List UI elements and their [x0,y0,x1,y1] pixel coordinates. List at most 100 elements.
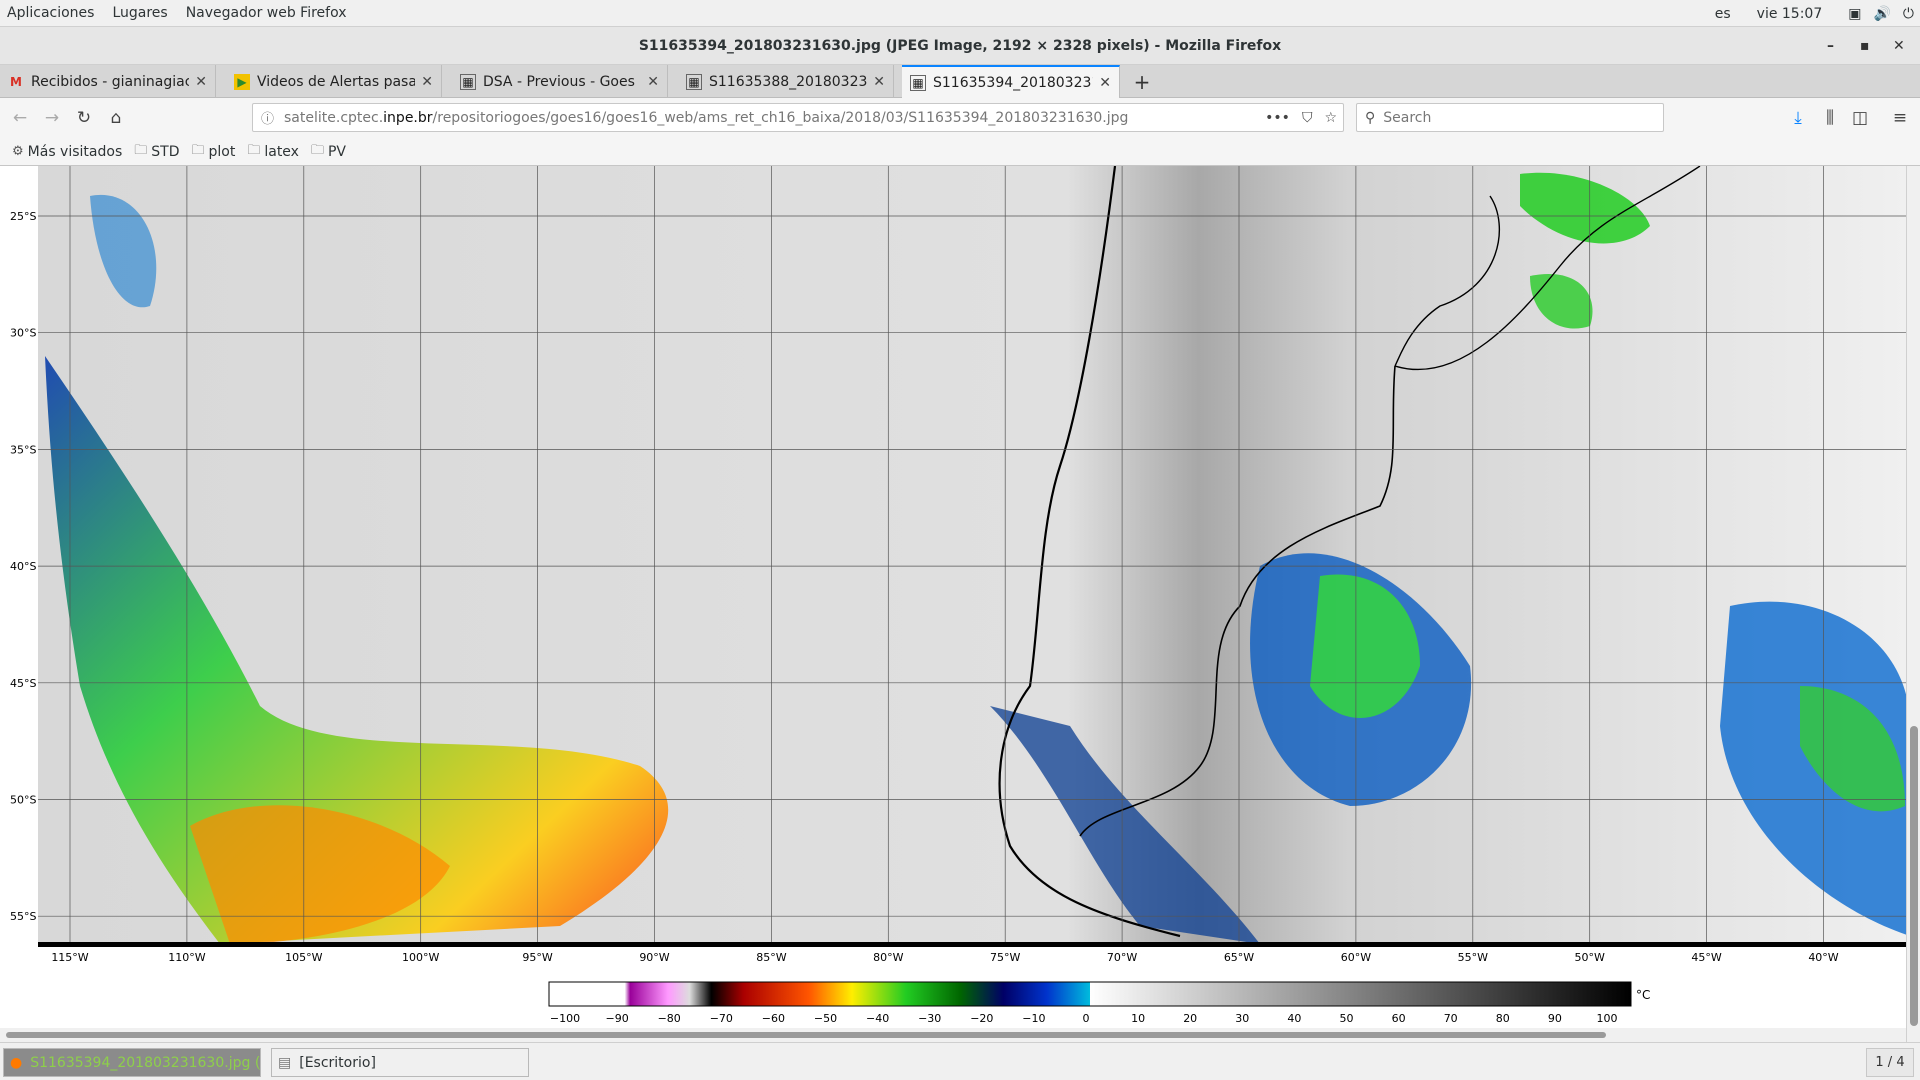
longitude-label: 55°W [1458,951,1488,964]
close-tab-icon[interactable]: ✕ [195,74,207,90]
folder-icon: 🗀 [134,142,148,158]
horizontal-scrollbar-thumb[interactable] [6,1032,1606,1038]
tab-label: S11635388_20180323153 [709,73,868,90]
hamburger-menu-icon[interactable]: ≡ [1888,106,1912,130]
longitude-label: 40°W [1808,951,1838,964]
longitude-label: 65°W [1224,951,1254,964]
horizontal-scrollbar[interactable] [0,1028,1906,1042]
longitude-label: 110°W [168,951,205,964]
forward-icon[interactable]: → [40,106,64,130]
power-icon[interactable]: ⏻ [1903,6,1914,22]
satellite-image[interactable]: 25°S 30°S 35°S 40°S 45°S 50°S 55°S 115°W 110°W 1… [0,166,1920,1042]
library-icon[interactable]: ⫼ [1818,106,1842,130]
url-path: /repositoriogoes/goes16/goes16_web/ams_r… [432,109,1129,126]
colorbar-tick-label: −40 [866,1012,889,1025]
workspace-pager[interactable]: 1 / 4 [1866,1048,1914,1077]
menu-aplicaciones[interactable]: Aplicaciones [0,5,105,21]
bookmark-mas-visitados[interactable]: ⚙ Más visitados [12,144,122,160]
tab-image-active[interactable]: ▦ S11635394_20180323163 ✕ [902,65,1120,98]
image-viewer[interactable]: 25°S 30°S 35°S 40°S 45°S 50°S 55°S 115°W 110°W 1… [0,166,1920,1042]
latitude-label: 50°S [10,794,36,807]
colorbar-tick-label: −20 [970,1012,993,1025]
firefox-icon: ● [10,1054,23,1071]
longitude-label: 90°W [639,951,669,964]
folder-icon: 🗀 [247,142,261,158]
task-firefox[interactable]: ● S11635394_201803231630.jpg (J... [3,1048,261,1077]
bookmark-plot[interactable]: 🗀 plot [191,141,235,163]
bookmark-std[interactable]: 🗀 STD [134,141,179,163]
colorbar-tick-label: 60 [1392,1012,1406,1025]
longitude-label: 105°W [285,951,322,964]
bookmark-star-icon[interactable]: ☆ [1324,110,1337,126]
minimize-icon[interactable]: – [1827,27,1834,65]
downloads-icon[interactable]: ⤓ [1786,106,1810,130]
gear-icon: ⚙ [12,144,24,159]
colorbar-tick-label: −90 [605,1012,628,1025]
close-tab-icon[interactable]: ✕ [421,74,433,90]
bookmark-latex[interactable]: 🗀 latex [247,141,299,163]
vertical-scrollbar[interactable] [1906,166,1920,1042]
bookmarks-toolbar: ⚙ Más visitados 🗀 STD 🗀 plot 🗀 latex 🗀 PV [0,138,1920,166]
page-actions-icon[interactable]: ••• [1265,110,1290,126]
home-icon[interactable]: ⌂ [104,106,128,130]
tab-videos[interactable]: ▶ Videos de Alertas pasada ✕ [226,65,442,98]
tab-dsa[interactable]: ▦ DSA - Previous - Goes ✕ [452,65,668,98]
longitude-label: 80°W [873,951,903,964]
close-tab-icon[interactable]: ✕ [873,74,885,90]
search-input[interactable]: ⚲ Search [1356,103,1664,132]
new-tab-button[interactable]: + [1128,65,1156,98]
gmail-icon: M [10,74,22,89]
maximize-icon[interactable]: ▪ [1860,27,1870,65]
tab-gmail[interactable]: M Recibidos - gianinagiacos ✕ [0,65,216,98]
window-title: S11635394_201803231630.jpg (JPEG Image, … [638,37,1282,54]
screen-icon[interactable]: ▣ [1848,6,1861,22]
colorbar-ticks: −100 −90 −80 −70 −60 −50 −40 −30 −20 −10 0 10 20 30 40… [550,1012,1618,1025]
latitude-label: 55°S [10,910,36,923]
colorbar-tick-label: 50 [1340,1012,1354,1025]
colorbar-tick-label: 10 [1131,1012,1145,1025]
url-bar[interactable]: ⓘ satelite.cptec. inpe.br/repositoriogoes… [252,103,1344,132]
colorbar-tick-label: 20 [1183,1012,1197,1025]
colorbar-tick-label: 80 [1496,1012,1510,1025]
volume-icon[interactable]: 🔊 [1873,6,1890,22]
close-window-icon[interactable]: ✕ [1893,27,1905,65]
sidebar-icon[interactable]: ◫ [1848,106,1872,130]
folder-icon: 🗀 [310,142,324,158]
vertical-scrollbar-thumb[interactable] [1910,726,1918,1026]
window-titlebar: S11635394_201803231630.jpg (JPEG Image, … [0,27,1920,65]
menu-firefox[interactable]: Navegador web Firefox [179,5,358,21]
latitude-label: 25°S [10,210,36,223]
colorbar-tick-label: −10 [1022,1012,1045,1025]
image-icon: ▦ [910,74,926,91]
back-icon[interactable]: ← [8,106,32,130]
colorbar [548,981,1632,1007]
tab-label: Recibidos - gianinagiacos [31,73,189,90]
colorbar-tick-label: 40 [1287,1012,1301,1025]
colorbar-tick-label: −50 [814,1012,837,1025]
latitude-label: 35°S [10,443,36,456]
search-icon: ⚲ [1365,109,1376,126]
system-tray: es vie 15:07 ▣ 🔊 ⏻ [1715,0,1920,27]
menu-lugares[interactable]: Lugares [105,5,178,21]
folder-icon: 🗀 [191,142,205,158]
longitude-label: 100°W [402,951,439,964]
colorbar-tick-label: −100 [550,1012,580,1025]
colorbar-tick-label: −80 [658,1012,681,1025]
clock[interactable]: vie 15:07 [1757,6,1823,22]
close-tab-icon[interactable]: ✕ [647,74,659,90]
top-bar: Aplicaciones Lugares Navegador web Firef… [0,0,1920,27]
video-icon: ▶ [234,73,250,90]
map-bottom-border [38,942,1910,947]
bookmark-pv[interactable]: 🗀 PV [311,141,346,163]
info-icon[interactable]: ⓘ [261,108,274,127]
longitude-label: 45°W [1691,951,1721,964]
url-prefix: satelite.cptec. [284,109,384,126]
reload-icon[interactable]: ↻ [72,106,96,130]
close-tab-icon[interactable]: ✕ [1099,75,1111,91]
task-escritorio[interactable]: ▤ [Escritorio] [271,1048,529,1077]
language-indicator[interactable]: es [1715,6,1731,22]
tab-image-1[interactable]: ▦ S11635388_20180323153 ✕ [678,65,894,98]
image-icon: ▦ [460,73,476,90]
latitude-label: 45°S [10,677,36,690]
pocket-icon[interactable]: ⛉ [1302,110,1313,126]
